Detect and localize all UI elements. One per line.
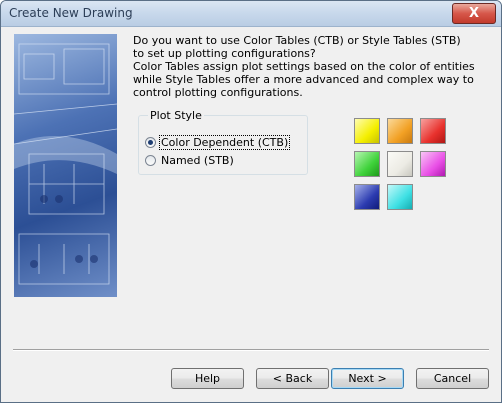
help-button[interactable]: Help: [171, 368, 244, 389]
intro-line: Color Tables assign plot settings based …: [133, 60, 475, 73]
blueprint-illustration: [14, 34, 117, 297]
next-button-label: Next >: [348, 372, 387, 385]
back-button-label: < Back: [272, 372, 313, 385]
back-button[interactable]: < Back: [256, 368, 329, 389]
radio-button[interactable]: [145, 154, 156, 166]
color-swatch-blue: [354, 184, 380, 210]
color-swatch-red: [420, 118, 446, 144]
next-button[interactable]: Next >: [331, 368, 404, 389]
close-button[interactable]: X: [452, 3, 496, 24]
close-icon: X: [468, 6, 480, 21]
window-title: Create New Drawing: [9, 6, 133, 20]
dialog-body: Do you want to use Color Tables (CTB) or…: [1, 27, 501, 402]
color-swatch-green: [354, 151, 380, 177]
plot-style-group: Plot Style Color Dependent (CTB) Named (…: [138, 109, 308, 175]
color-swatch-cyan: [387, 184, 413, 210]
cancel-button-label: Cancel: [433, 372, 472, 385]
intro-text: Do you want to use Color Tables (CTB) or…: [133, 34, 475, 99]
create-new-drawing-dialog: Create New Drawing X Do you want to use …: [0, 0, 502, 403]
title-bar[interactable]: Create New Drawing X: [1, 1, 501, 27]
intro-line: control plotting configurations.: [133, 86, 303, 99]
button-separator: [13, 349, 489, 351]
color-swatch-yellow: [354, 118, 380, 144]
radio-button-selected[interactable]: [145, 136, 156, 148]
help-button-label: Help: [194, 372, 221, 385]
color-swatch-orange: [387, 118, 413, 144]
color-swatch-magenta: [420, 151, 446, 177]
radio-color-dependent-label[interactable]: Color Dependent (CTB): [159, 134, 291, 150]
radio-named[interactable]: Named (STB): [145, 153, 234, 167]
color-swatch-white: [387, 151, 413, 177]
radio-color-dependent[interactable]: Color Dependent (CTB): [145, 134, 291, 150]
intro-line: Do you want to use Color Tables (CTB) or…: [133, 34, 461, 47]
cancel-button[interactable]: Cancel: [416, 368, 489, 389]
radio-named-label[interactable]: Named (STB): [159, 154, 234, 167]
plot-style-label: Plot Style: [148, 109, 204, 122]
intro-line: while Style Tables offer a more advanced…: [133, 73, 474, 86]
intro-line: to set up plotting configurations?: [133, 47, 316, 60]
